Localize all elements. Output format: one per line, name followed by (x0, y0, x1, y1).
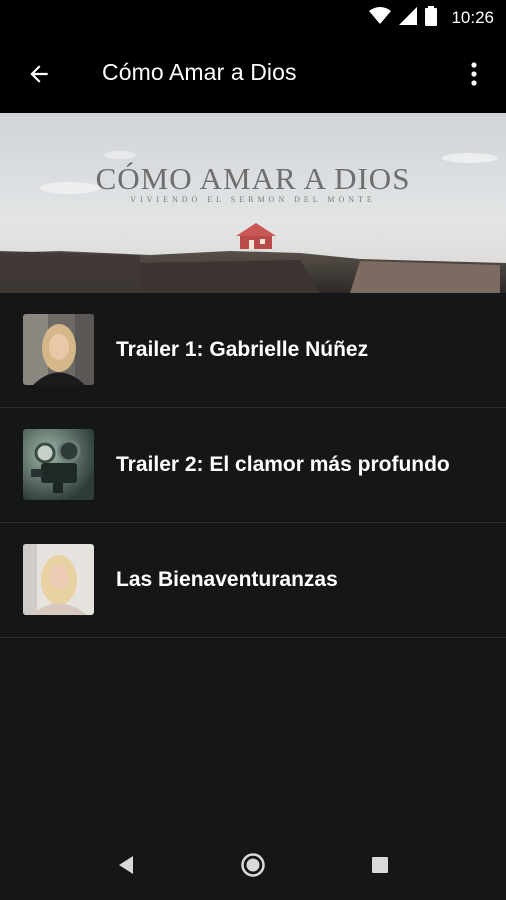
status-time: 10:26 (451, 8, 494, 27)
series-banner: CÓMO AMAR A DIOS VIVIENDO EL SERMON DEL … (0, 113, 506, 293)
nav-recents-button[interactable] (360, 852, 400, 882)
app-bar: Cómo Amar a Dios (0, 37, 506, 113)
video-list-item[interactable]: Trailer 2: El clamor más profundo (0, 408, 506, 523)
arrow-back-icon (26, 61, 52, 92)
system-nav-bar (0, 834, 506, 900)
more-vert-icon (470, 61, 478, 92)
banner-subtitle: VIVIENDO EL SERMON DEL MONTE (130, 195, 376, 204)
nav-home-button[interactable] (233, 852, 273, 882)
video-thumbnail (23, 314, 94, 385)
nav-back-icon (117, 855, 135, 880)
video-thumbnail (23, 429, 94, 500)
app-screen: 10:26 Cómo Amar a Dios CÓMO AMAR A DIOS … (0, 0, 506, 900)
status-bar: 10:26 (0, 0, 506, 37)
page-title: Cómo Amar a Dios (102, 59, 297, 85)
video-title: Trailer 2: El clamor más profundo (116, 453, 450, 476)
video-title: Trailer 1: Gabrielle Núñez (116, 338, 369, 361)
overflow-menu-button[interactable] (454, 55, 494, 97)
video-list: Trailer 1: Gabrielle Núñez Trailer 2: El… (0, 293, 506, 638)
battery-icon (425, 5, 438, 31)
video-thumbnail (23, 544, 94, 615)
video-list-item[interactable]: Trailer 1: Gabrielle Núñez (0, 293, 506, 408)
signal-icon (399, 6, 418, 30)
status-icons: 10:26 (369, 5, 494, 31)
nav-home-icon (240, 852, 266, 883)
back-button[interactable] (18, 55, 60, 97)
video-title: Las Bienaventuranzas (116, 568, 338, 591)
video-list-item[interactable]: Las Bienaventuranzas (0, 523, 506, 638)
nav-back-button[interactable] (106, 852, 146, 882)
wifi-icon (369, 6, 392, 30)
nav-recents-icon (371, 856, 389, 879)
banner-title: CÓMO AMAR A DIOS (95, 161, 411, 196)
